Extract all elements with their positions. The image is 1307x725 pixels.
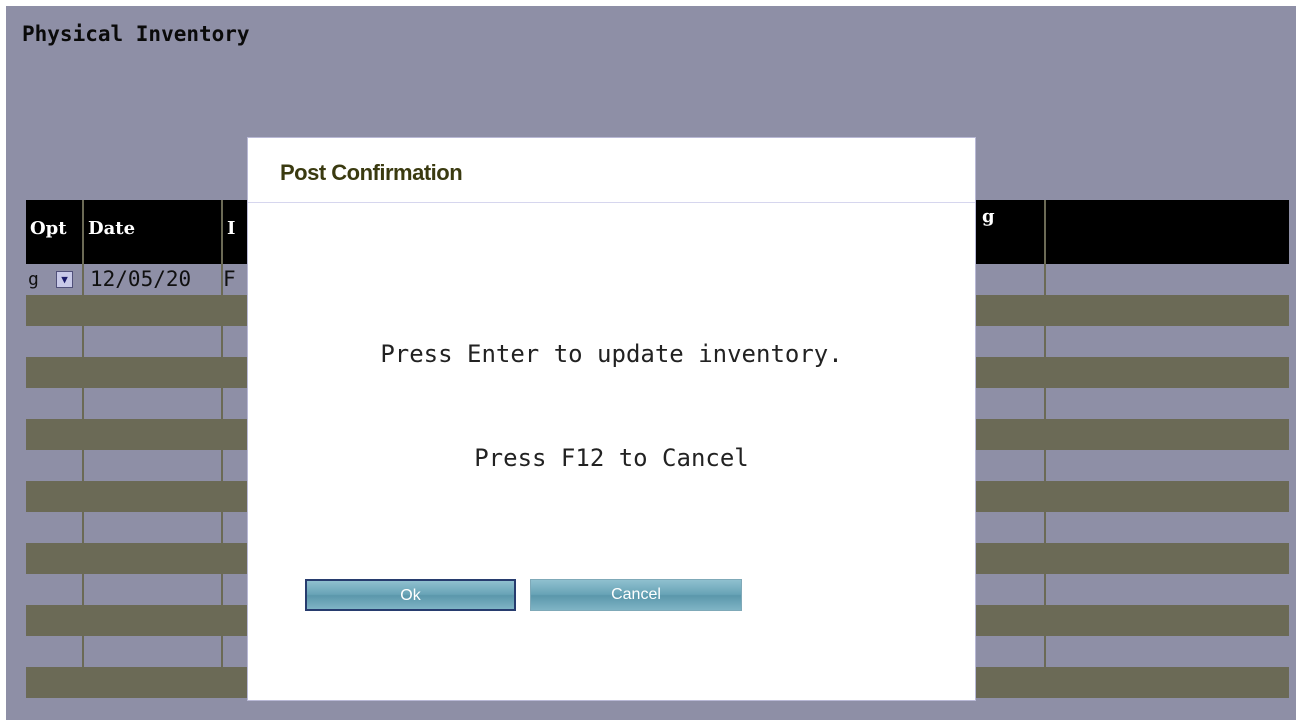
dialog-message: Press Enter to update inventory.: [380, 340, 843, 368]
last-cell[interactable]: [1046, 264, 1289, 295]
column-header-date: Date: [84, 200, 223, 264]
opt-cell[interactable]: [26, 636, 84, 667]
last-cell[interactable]: [1046, 326, 1289, 357]
status-cell[interactable]: [978, 388, 1046, 419]
date-cell[interactable]: [84, 450, 223, 481]
date-cell[interactable]: [84, 636, 223, 667]
page-title: Physical Inventory: [22, 22, 250, 46]
dialog-cancel-hint: Press F12 to Cancel: [474, 444, 749, 472]
chevron-down-icon[interactable]: ▼: [56, 271, 73, 288]
last-cell[interactable]: [1046, 388, 1289, 419]
last-cell[interactable]: [1046, 636, 1289, 667]
status-cell[interactable]: [978, 574, 1046, 605]
last-cell[interactable]: [1046, 450, 1289, 481]
opt-cell[interactable]: [26, 450, 84, 481]
column-header-opt: Opt: [26, 200, 84, 264]
opt-cell[interactable]: [26, 388, 84, 419]
last-cell[interactable]: [1046, 512, 1289, 543]
opt-cell[interactable]: [26, 574, 84, 605]
ok-button[interactable]: Ok: [305, 579, 516, 611]
status-cell[interactable]: [978, 326, 1046, 357]
date-cell[interactable]: 12/05/20: [84, 264, 223, 295]
date-cell[interactable]: [84, 512, 223, 543]
screen: Physical Inventory Opt Date I g g ▼ 12/0…: [6, 6, 1296, 720]
dialog-title: Post Confirmation: [280, 160, 463, 185]
dialog-divider: [248, 202, 975, 203]
column-header-last: [1046, 200, 1289, 264]
date-cell[interactable]: [84, 574, 223, 605]
status-cell[interactable]: [978, 512, 1046, 543]
last-cell[interactable]: [1046, 574, 1289, 605]
post-confirmation-dialog: Post Confirmation Press Enter to update …: [247, 137, 976, 701]
cancel-button[interactable]: Cancel: [530, 579, 742, 611]
status-cell[interactable]: [978, 636, 1046, 667]
date-cell[interactable]: [84, 388, 223, 419]
date-cell[interactable]: [84, 326, 223, 357]
opt-cell: g ▼: [26, 264, 84, 295]
status-cell[interactable]: [978, 450, 1046, 481]
opt-cell[interactable]: [26, 326, 84, 357]
opt-cell[interactable]: [26, 512, 84, 543]
opt-select[interactable]: g ▼: [26, 268, 78, 292]
column-header-status: g: [978, 200, 1046, 264]
opt-value: g: [28, 269, 39, 290]
status-cell[interactable]: [978, 264, 1046, 295]
